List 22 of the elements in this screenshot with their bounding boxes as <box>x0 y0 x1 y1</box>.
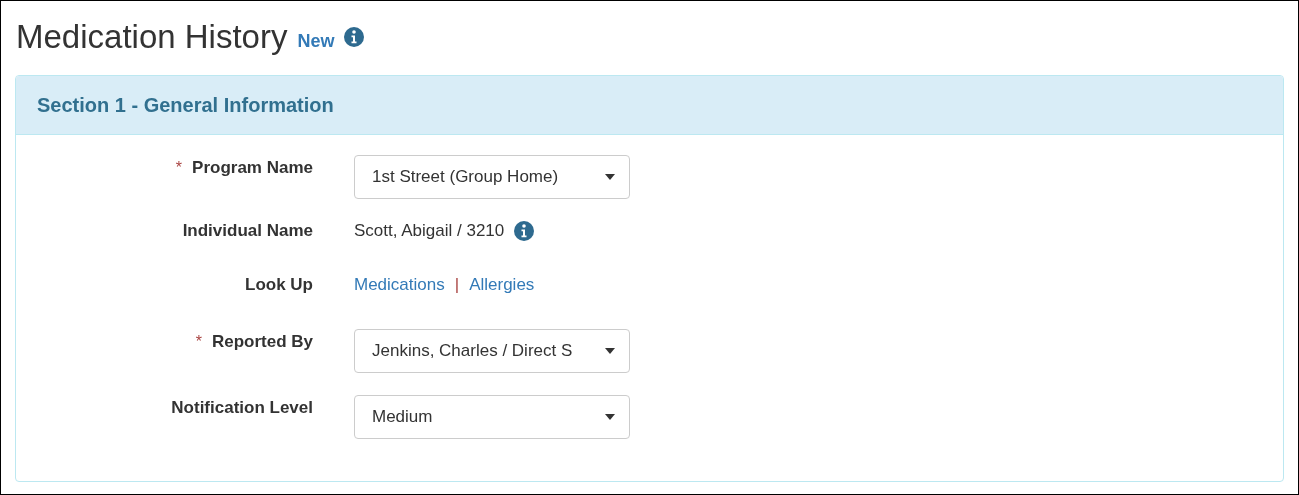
select-field[interactable]: 1st Street (Group Home) <box>354 155 630 199</box>
caret-icon <box>605 174 615 180</box>
field-label: Look Up <box>245 275 313 295</box>
select-field[interactable]: Jenkins, Charles / Direct S <box>354 329 630 373</box>
required-mark: * <box>175 159 183 177</box>
field-label: Notification Level <box>171 398 313 418</box>
caret-icon <box>605 348 615 354</box>
field-label: Individual Name <box>182 221 313 241</box>
field-label: Reported By <box>211 332 313 352</box>
info-icon[interactable] <box>514 221 535 241</box>
section-title: Section 1 - General Information <box>37 93 334 117</box>
field-label: Program Name <box>192 158 313 178</box>
select-field[interactable]: Medium <box>354 395 630 439</box>
info-icon[interactable] <box>344 27 365 47</box>
lookup-link[interactable]: Allergies <box>469 275 535 295</box>
field-value: Scott, Abigail / 3210 <box>354 221 505 241</box>
caret-icon <box>605 414 615 420</box>
lookup-link[interactable]: Medications <box>354 275 445 295</box>
page-title: Medication History <box>16 18 288 56</box>
link-separator: | <box>454 275 460 295</box>
new-label: New <box>297 30 335 52</box>
required-mark: * <box>195 333 202 351</box>
